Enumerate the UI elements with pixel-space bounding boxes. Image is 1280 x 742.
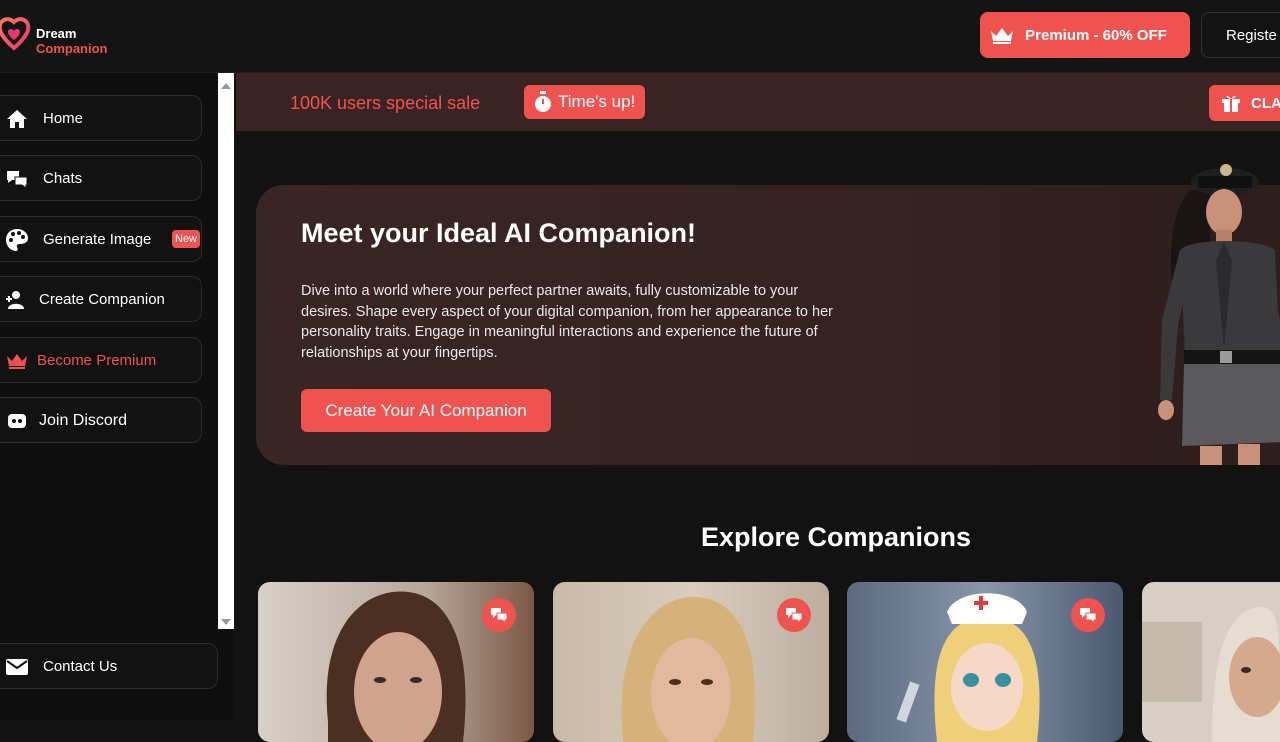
register-button-label: Registe [1226, 26, 1277, 44]
claim-button[interactable]: CLA [1209, 85, 1280, 121]
sidebar-item-label: Chats [43, 170, 83, 187]
sidebar-item-label: Create Companion [39, 291, 165, 308]
sidebar: Home Chats Generate Image New Create Com… [0, 73, 234, 720]
sidebar-item-become-premium[interactable]: Become Premium [0, 337, 202, 383]
explore-title-text: Explore Companions [701, 522, 972, 552]
premium-button-label: Premium - 60% OFF [1025, 26, 1167, 44]
companion-card[interactable] [847, 582, 1123, 742]
add-user-icon [5, 289, 29, 311]
palette-icon [5, 229, 29, 251]
sidebar-item-generate-image[interactable]: Generate Image New [0, 216, 202, 262]
timer-badge: Time's up! [524, 85, 646, 119]
sidebar-item-chats[interactable]: Chats [0, 155, 202, 201]
contact-us-button[interactable]: Contact Us [0, 643, 218, 689]
scroll-up-arrow-icon[interactable] [221, 83, 231, 89]
sale-banner: 100K users special sale Time's up! CLA [236, 73, 1280, 131]
sidebar-item-home[interactable]: Home [0, 95, 202, 141]
sale-text: 100K users special sale [290, 93, 481, 113]
gift-icon [1222, 95, 1240, 112]
new-badge: New [172, 230, 201, 248]
companion-card[interactable] [1142, 582, 1280, 742]
hero-description: Dive into a world where your perfect par… [301, 283, 833, 361]
chat-icon[interactable] [777, 598, 811, 632]
chats-icon [5, 168, 29, 190]
hero-banner: Meet your Ideal AI Companion! Dive into … [256, 185, 1280, 465]
hero-character-image [1158, 164, 1280, 465]
premium-button[interactable]: Premium - 60% OFF [980, 12, 1190, 58]
crown-icon [991, 28, 1014, 44]
scroll-down-arrow-icon[interactable] [221, 619, 231, 625]
logo[interactable]: Dream Companion [0, 14, 130, 60]
hero-title: Meet your Ideal AI Companion! [301, 218, 697, 248]
mail-icon [5, 656, 29, 678]
chat-icon[interactable] [482, 598, 516, 632]
sidebar-item-label: Join Discord [39, 412, 128, 429]
sidebar-item-create-companion[interactable]: Create Companion [0, 276, 202, 322]
chat-icon[interactable] [1071, 598, 1105, 632]
sidebar-item-join-discord[interactable]: Join Discord [0, 397, 202, 443]
logo-heart-icon [0, 17, 31, 51]
companion-card[interactable] [258, 582, 534, 742]
companion-card[interactable] [553, 582, 829, 742]
contact-us-label: Contact Us [43, 658, 118, 675]
timer-label: Time's up! [558, 92, 636, 111]
logo-line1: Dream [36, 26, 77, 41]
logo-line2: Companion [36, 41, 108, 56]
home-icon [5, 108, 29, 130]
register-button[interactable]: Registe [1201, 12, 1280, 58]
top-bar: Dream Companion Premium - 60% OFF Regist… [0, 0, 1280, 73]
sidebar-item-label: Home [43, 110, 84, 127]
claim-button-label: CLA [1251, 94, 1280, 112]
create-companion-button[interactable]: Create Your AI Companion [301, 389, 551, 432]
sidebar-item-label: Generate Image [43, 231, 152, 248]
crown-icon [5, 350, 29, 372]
sidebar-scrollbar[interactable] [218, 73, 234, 629]
sidebar-item-label: Become Premium [37, 352, 157, 369]
discord-icon [5, 410, 29, 432]
stopwatch-icon [535, 91, 551, 112]
companion-photo [1142, 582, 1280, 742]
